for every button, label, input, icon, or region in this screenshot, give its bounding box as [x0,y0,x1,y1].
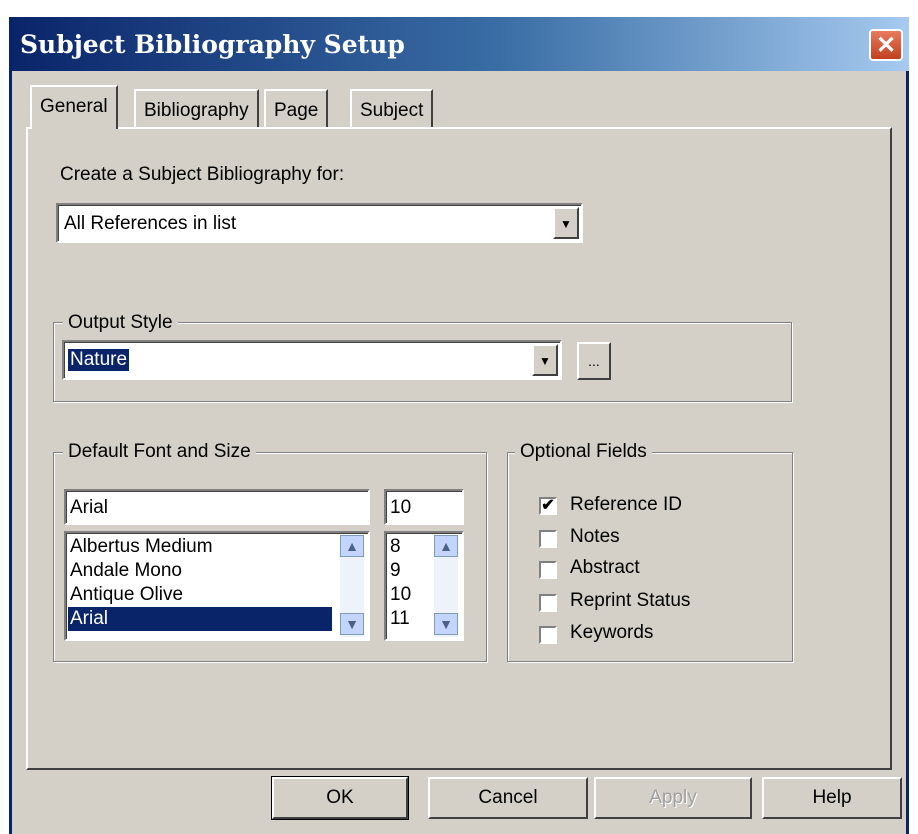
ok-button[interactable]: OK [271,776,409,820]
help-button[interactable]: Help [762,777,902,819]
check-icon: ✔ [541,497,555,514]
close-icon: ✕ [875,32,897,59]
size-list-item[interactable]: 11 [390,607,410,631]
font-size-input[interactable]: 10 [384,489,464,525]
output-style-select[interactable]: Nature ▼ [62,340,562,380]
font-name-value: Arial [70,497,109,518]
tab-general[interactable]: General [30,85,118,129]
reference-id-checkbox[interactable]: ✔ [539,497,557,515]
create-for-label: Create a Subject Bibliography for: [60,164,345,185]
scroll-down-icon[interactable]: ▼ [434,613,458,635]
optional-fields-legend: Optional Fields [515,441,652,463]
size-list-item[interactable]: 9 [390,559,401,583]
reprint-status-checkbox[interactable] [539,594,557,612]
keywords-checkbox[interactable] [539,626,557,644]
create-for-value: All References in list [64,213,237,234]
create-for-select[interactable]: All References in list ▼ [56,203,583,243]
tab-page[interactable]: Page [264,89,329,129]
scroll-up-icon[interactable]: ▲ [434,535,458,557]
scroll-up-icon[interactable]: ▲ [340,535,364,557]
font-list-item[interactable]: Andale Mono [70,559,182,583]
size-list-item[interactable]: 8 [390,535,401,559]
keywords-label: Keywords [570,622,654,643]
tab-label: Bibliography [144,100,249,121]
output-style-value: Nature [68,349,130,371]
tab-label: Subject [360,100,424,121]
scroll-down-icon[interactable]: ▼ [340,613,364,635]
tab-bibliography[interactable]: Bibliography [134,89,259,129]
font-size-legend: Default Font and Size [63,441,256,463]
font-list-item[interactable]: Albertus Medium [70,535,213,559]
browse-styles-button[interactable]: ... [577,342,611,380]
tab-label: General [40,96,108,117]
font-size-value: 10 [390,497,412,518]
reference-id-label: Reference ID [570,494,682,515]
font-list-item[interactable]: Antique Olive [70,583,183,607]
abstract-label: Abstract [570,557,640,578]
font-list-item-selected[interactable]: Arial [68,607,332,631]
dropdown-arrow-icon[interactable]: ▼ [553,207,579,239]
tab-subject[interactable]: Subject [350,89,434,129]
font-name-input[interactable]: Arial [64,489,370,525]
size-list-item[interactable]: 10 [390,583,411,607]
apply-button[interactable]: Apply [594,777,752,819]
font-list[interactable]: Albertus Medium Andale Mono Antique Oliv… [64,531,370,641]
dropdown-arrow-icon[interactable]: ▼ [532,344,558,376]
size-list[interactable]: 8 9 10 11 ▲ ▼ [384,531,464,641]
abstract-checkbox[interactable] [539,561,557,579]
cancel-button[interactable]: Cancel [428,777,588,819]
output-style-legend: Output Style [63,312,178,334]
notes-checkbox[interactable] [539,530,557,548]
close-button[interactable]: ✕ [869,29,903,61]
notes-label: Notes [570,526,620,547]
tab-label: Page [274,100,319,121]
reprint-status-label: Reprint Status [570,590,691,611]
window-title: Subject Bibliography Setup [20,30,405,59]
